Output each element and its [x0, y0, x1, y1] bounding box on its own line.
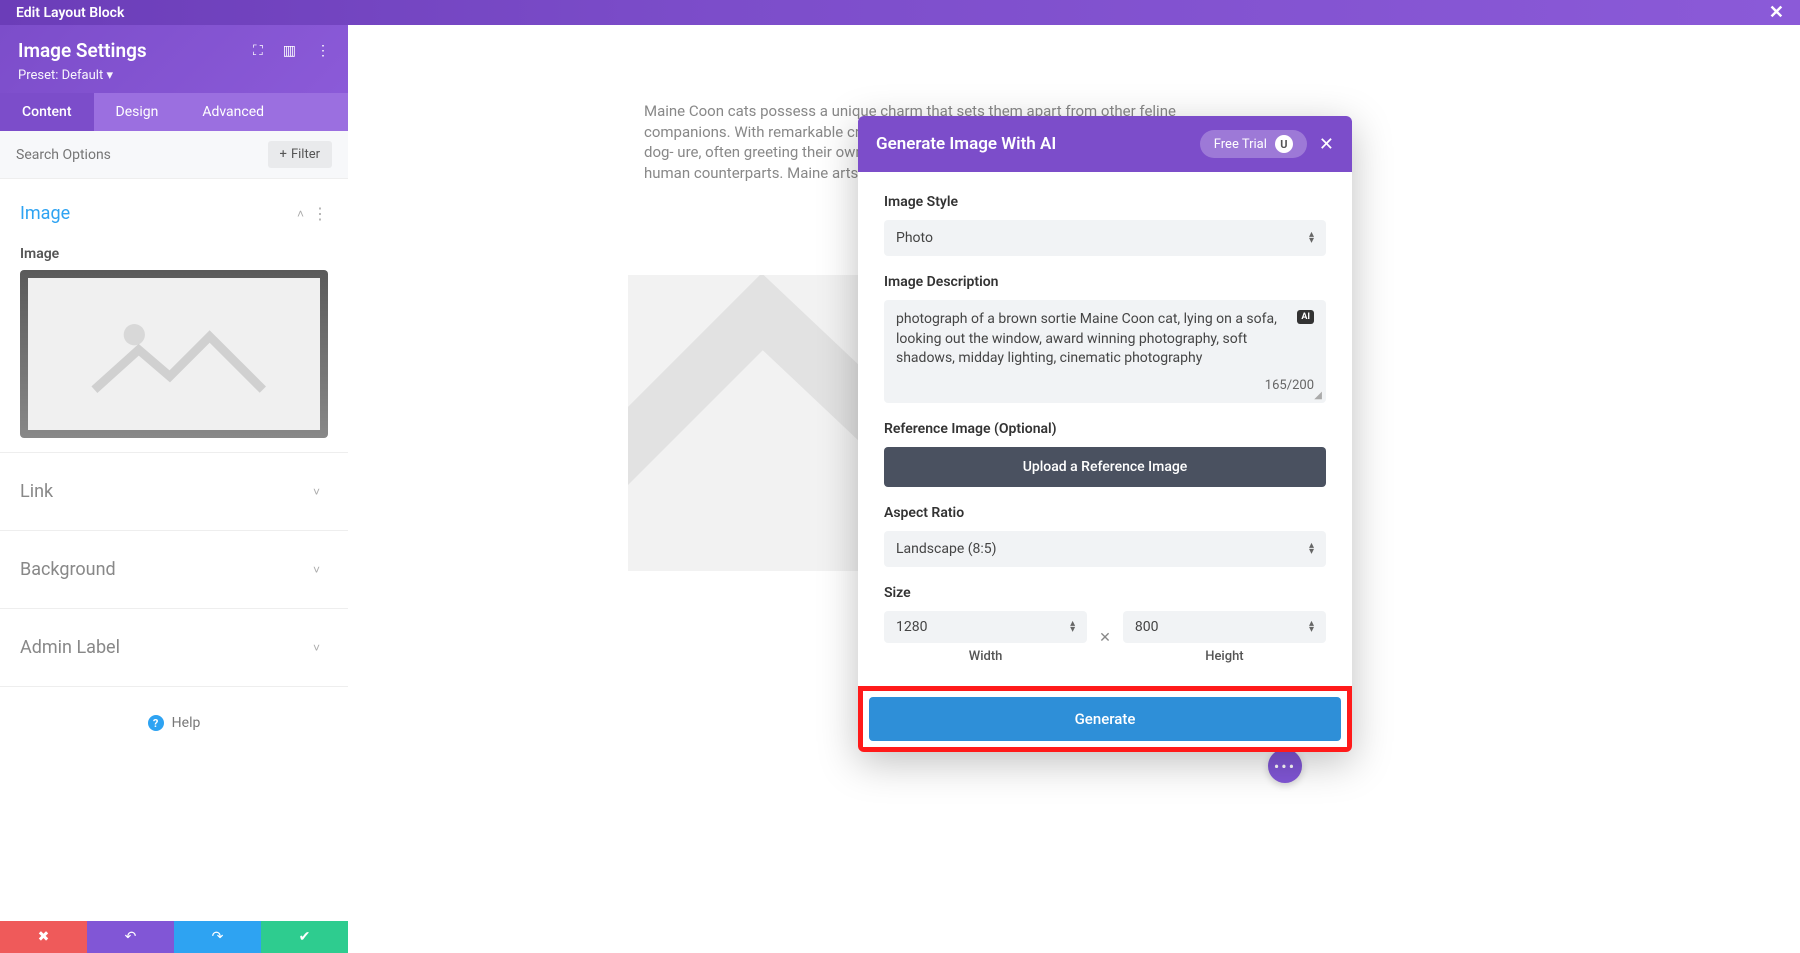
- tab-advanced[interactable]: Advanced: [180, 93, 286, 131]
- aspect-ratio-label: Aspect Ratio: [884, 505, 1326, 521]
- trial-badge[interactable]: Free Trial U: [1200, 130, 1307, 158]
- height-input[interactable]: 800 ▴▾: [1123, 611, 1326, 643]
- columns-icon[interactable]: ▥: [283, 43, 296, 59]
- top-bar: Edit Layout Block ✕: [0, 0, 1800, 25]
- aspect-ratio-select[interactable]: Landscape (8:5) ▴▾: [884, 531, 1326, 567]
- image-preview[interactable]: [20, 270, 328, 438]
- close-icon: ✖: [38, 929, 50, 945]
- settings-tabs: Content Design Advanced: [0, 93, 348, 131]
- undo-button[interactable]: ↶: [87, 921, 174, 953]
- multiply-icon: ✕: [1099, 630, 1111, 646]
- settings-sidebar: Image Settings ⛶ ▥ ⋮ Preset: Default ▾ C…: [0, 25, 348, 953]
- plus-icon: +: [280, 147, 287, 162]
- chevron-down-icon: ˅: [313, 485, 320, 499]
- sidebar-title: Image Settings: [18, 39, 147, 62]
- section-background[interactable]: Background ˅: [20, 545, 328, 594]
- sidebar-header: Image Settings ⛶ ▥ ⋮ Preset: Default ▾: [0, 25, 348, 93]
- section-admin-label[interactable]: Admin Label ˅: [20, 623, 328, 672]
- save-button[interactable]: ✔: [261, 921, 348, 953]
- generate-button[interactable]: Generate: [869, 697, 1341, 741]
- filter-button[interactable]: +Filter: [268, 141, 332, 168]
- close-icon[interactable]: ✕: [1769, 2, 1784, 23]
- user-avatar: U: [1275, 135, 1293, 153]
- image-style-select[interactable]: Photo ▴▾: [884, 220, 1326, 256]
- redo-button[interactable]: ↷: [174, 921, 261, 953]
- modal-close-icon[interactable]: ✕: [1319, 134, 1334, 155]
- tab-content[interactable]: Content: [0, 93, 94, 131]
- fab-more-button[interactable]: •••: [1268, 749, 1302, 783]
- chevron-down-icon: ˅: [313, 563, 320, 577]
- undo-icon: ↶: [125, 929, 137, 945]
- more-icon[interactable]: ⋮: [316, 43, 330, 59]
- ai-modal: Generate Image With AI Free Trial U ✕ Im…: [858, 116, 1352, 752]
- preset-dropdown[interactable]: Preset: Default ▾: [18, 68, 330, 83]
- section-image[interactable]: Image ˄ ⋮: [20, 189, 328, 238]
- chevron-up-icon: ˄: [297, 207, 304, 221]
- search-input[interactable]: [16, 147, 268, 163]
- bottom-actions: ✖ ↶ ↷ ✔: [0, 921, 348, 953]
- chevron-down-icon: ▾: [106, 68, 113, 83]
- reference-image-label: Reference Image (Optional): [884, 421, 1326, 437]
- tab-design[interactable]: Design: [94, 93, 181, 131]
- expand-icon[interactable]: ⛶: [253, 43, 263, 59]
- ai-badge[interactable]: AI: [1297, 310, 1314, 324]
- modal-title: Generate Image With AI: [876, 134, 1056, 154]
- char-count: 165/200: [896, 378, 1314, 393]
- image-placeholder-icon: [72, 301, 276, 407]
- image-description-label: Image Description: [884, 274, 1326, 290]
- select-arrows-icon: ▴▾: [1309, 543, 1314, 555]
- resize-handle-icon[interactable]: ◢: [1314, 390, 1322, 401]
- modal-header: Generate Image With AI Free Trial U ✕: [858, 116, 1352, 172]
- top-bar-title: Edit Layout Block: [16, 5, 124, 21]
- section-more-icon[interactable]: ⋮: [312, 204, 328, 223]
- chevron-down-icon: ˅: [313, 641, 320, 655]
- stepper-arrows-icon: ▴▾: [1070, 621, 1075, 633]
- image-style-label: Image Style: [884, 194, 1326, 210]
- select-arrows-icon: ▴▾: [1309, 232, 1314, 244]
- image-description-textarea[interactable]: [896, 310, 1286, 370]
- discard-button[interactable]: ✖: [0, 921, 87, 953]
- help-link[interactable]: ? Help: [20, 701, 328, 745]
- size-label: Size: [884, 585, 1326, 601]
- upload-reference-button[interactable]: Upload a Reference Image: [884, 447, 1326, 487]
- redo-icon: ↷: [212, 929, 224, 945]
- stepper-arrows-icon: ▴▾: [1309, 621, 1314, 633]
- section-link[interactable]: Link ˅: [20, 467, 328, 516]
- width-input[interactable]: 1280 ▴▾: [884, 611, 1087, 643]
- search-row: +Filter: [0, 131, 348, 179]
- dots-icon: •••: [1274, 757, 1296, 776]
- help-icon: ?: [148, 715, 164, 731]
- height-label: Height: [1123, 649, 1326, 664]
- image-field-label: Image: [20, 246, 328, 262]
- modal-footer-highlight: Generate: [858, 686, 1352, 752]
- check-icon: ✔: [299, 929, 311, 945]
- width-label: Width: [884, 649, 1087, 664]
